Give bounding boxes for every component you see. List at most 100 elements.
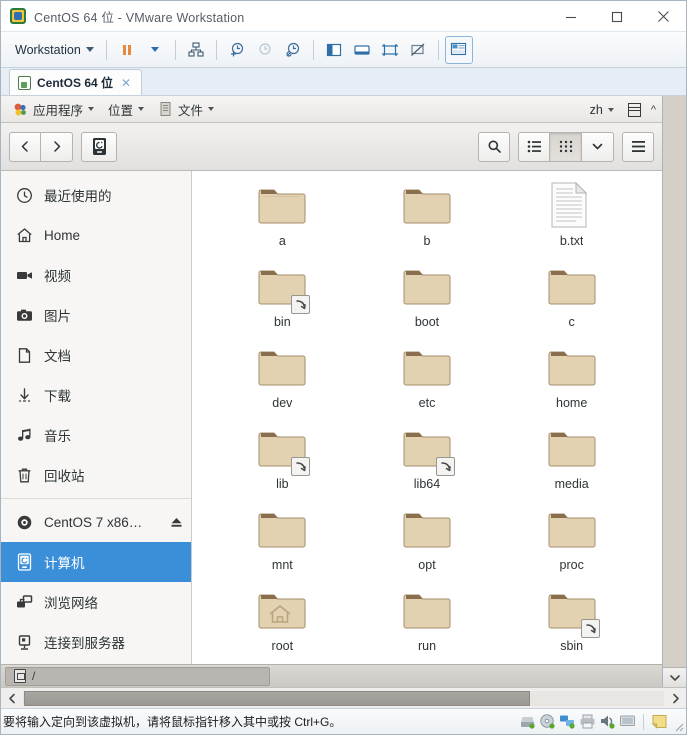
gnome-applications-label: 应用程序	[33, 103, 84, 118]
resize-grip[interactable]	[671, 719, 684, 732]
vm-hscroll-thumb[interactable]	[24, 690, 531, 706]
vm-hscroll-track[interactable]	[23, 690, 664, 706]
file-item[interactable]: opt	[355, 505, 500, 586]
sidebar-item-trash[interactable]: 回收站	[1, 455, 191, 495]
hamburger-menu-button[interactable]	[622, 131, 654, 162]
vm-tab-strip: CentOS 64 位 ✕	[1, 68, 686, 96]
breadcrumb-root[interactable]: /	[5, 666, 270, 686]
back-button[interactable]	[9, 131, 41, 162]
manage-vm-button[interactable]	[182, 36, 210, 64]
gnome-language-label: zh	[589, 102, 603, 117]
network-status-icon[interactable]	[559, 714, 576, 729]
vm-vscroll-down-arrow[interactable]	[663, 667, 686, 687]
sidebar-item-downloads[interactable]: 下载	[1, 375, 191, 415]
vm-hscroll-right-arrow[interactable]	[664, 688, 686, 709]
close-button[interactable]	[640, 1, 686, 32]
vmware-status-bar: 要将输入定向到该虚拟机，请将鼠标指针移入其中或按 Ctrl+G。	[1, 708, 686, 734]
file-item[interactable]: home	[499, 343, 644, 424]
folder-icon	[401, 586, 453, 636]
vm-horizontal-scrollbar[interactable]	[1, 687, 686, 708]
file-name: etc	[418, 396, 436, 410]
file-item[interactable]: c	[499, 262, 644, 343]
file-item[interactable]: mnt	[210, 505, 355, 586]
search-group	[478, 131, 510, 162]
sidebar-item-pictures[interactable]: 图片	[1, 295, 191, 335]
hard-disk-status-icon[interactable]	[519, 714, 536, 729]
gnome-places-menu[interactable]: 位置	[102, 98, 150, 121]
snapshot-manager-button[interactable]	[279, 36, 307, 64]
sidebar-item-documents[interactable]: 文档	[1, 335, 191, 375]
file-item[interactable]: b	[355, 181, 500, 262]
window-controls	[548, 1, 686, 32]
file-name: c	[568, 315, 575, 329]
sidebar-item-music[interactable]: 音乐	[1, 415, 191, 455]
show-library-button[interactable]	[320, 36, 348, 64]
file-item[interactable]: sbin	[499, 586, 644, 664]
revert-snapshot-button[interactable]	[251, 36, 279, 64]
unity-mode-button[interactable]	[404, 36, 432, 64]
workstation-menu-button[interactable]: Workstation	[9, 40, 100, 60]
workstation-menu-label: Workstation	[15, 42, 81, 57]
take-snapshot-button[interactable]	[223, 36, 251, 64]
vm-vertical-scrollbar[interactable]	[662, 96, 686, 687]
file-item[interactable]: run	[355, 586, 500, 664]
search-button[interactable]	[478, 131, 510, 162]
panel-overflow-icon[interactable]: ^	[649, 104, 658, 116]
file-name: opt	[418, 558, 436, 572]
sidebar-item-home[interactable]: Home	[1, 215, 191, 255]
location-computer-button[interactable]	[81, 131, 117, 162]
file-item[interactable]: boot	[355, 262, 500, 343]
file-item[interactable]: dev	[210, 343, 355, 424]
folder-icon	[546, 262, 598, 312]
forward-button[interactable]	[41, 131, 73, 162]
file-item[interactable]: a	[210, 181, 355, 262]
sidebar-label: 图片	[44, 309, 71, 324]
list-view-button[interactable]	[518, 131, 550, 162]
toolbar-divider	[437, 39, 439, 60]
file-item[interactable]: lib	[210, 424, 355, 505]
file-item[interactable]: media	[499, 424, 644, 505]
gnome-clock-applet[interactable]	[622, 101, 647, 119]
vm-tab-close-icon[interactable]: ✕	[119, 76, 133, 90]
pause-vm-button[interactable]	[113, 36, 141, 64]
file-item[interactable]: lib64	[355, 424, 500, 505]
window-titlebar: CentOS 64 位 - VMware Workstation	[1, 1, 686, 32]
maximize-button[interactable]	[594, 1, 640, 32]
gnome-files-window-menu[interactable]: 文件	[152, 98, 220, 121]
gnome-applications-menu[interactable]: 应用程序	[7, 98, 100, 121]
vm-tab-label: CentOS 64 位	[37, 76, 114, 90]
sidebar-item-connect-to-server[interactable]: 连接到服务器	[1, 622, 191, 662]
power-dropdown-button[interactable]	[141, 36, 169, 64]
view-options-button[interactable]	[582, 131, 614, 162]
music-icon	[15, 426, 33, 444]
centos-guest-screen: 应用程序 位置 文件 zh ^ 最近使用的 Home 视频 图片 文档 下载 音…	[1, 96, 662, 687]
cd-dvd-status-icon[interactable]	[539, 714, 556, 729]
sidebar-item-videos[interactable]: 视频	[1, 255, 191, 295]
printer-status-icon[interactable]	[579, 714, 596, 729]
file-item[interactable]: b.txt	[499, 181, 644, 262]
notes-status-icon[interactable]	[651, 714, 668, 729]
location-button-group	[81, 131, 117, 162]
display-status-icon[interactable]	[619, 714, 636, 729]
sound-status-icon[interactable]	[599, 714, 616, 729]
file-item[interactable]: proc	[499, 505, 644, 586]
sidebar-item-browse-network[interactable]: 浏览网络	[1, 582, 191, 622]
sidebar-item-recent[interactable]: 最近使用的	[1, 175, 191, 215]
sidebar-item-centos-disc[interactable]: CentOS 7 x86…	[1, 502, 191, 542]
grid-view-button[interactable]	[550, 131, 582, 162]
eject-icon[interactable]	[169, 515, 183, 529]
gnome-language-indicator[interactable]: zh	[584, 101, 620, 119]
show-console-button[interactable]	[348, 36, 376, 64]
vm-hscroll-left-arrow[interactable]	[1, 688, 23, 709]
sidebar-item-computer[interactable]: 计算机	[1, 542, 191, 582]
sidebar-label: 音乐	[44, 429, 71, 444]
file-item[interactable]: root	[210, 586, 355, 664]
vm-tab-centos[interactable]: CentOS 64 位 ✕	[9, 69, 143, 95]
enter-fullscreen-button[interactable]	[376, 36, 404, 64]
minimize-button[interactable]	[548, 1, 594, 32]
nautilus-file-manager: 最近使用的 Home 视频 图片 文档 下载 音乐 回收站 CentOS 7 x…	[1, 123, 662, 687]
file-item[interactable]: etc	[355, 343, 500, 424]
file-item[interactable]: bin	[210, 262, 355, 343]
vm-settings-button[interactable]	[444, 35, 473, 64]
nautilus-sidebar: 最近使用的 Home 视频 图片 文档 下载 音乐 回收站 CentOS 7 x…	[1, 171, 192, 664]
